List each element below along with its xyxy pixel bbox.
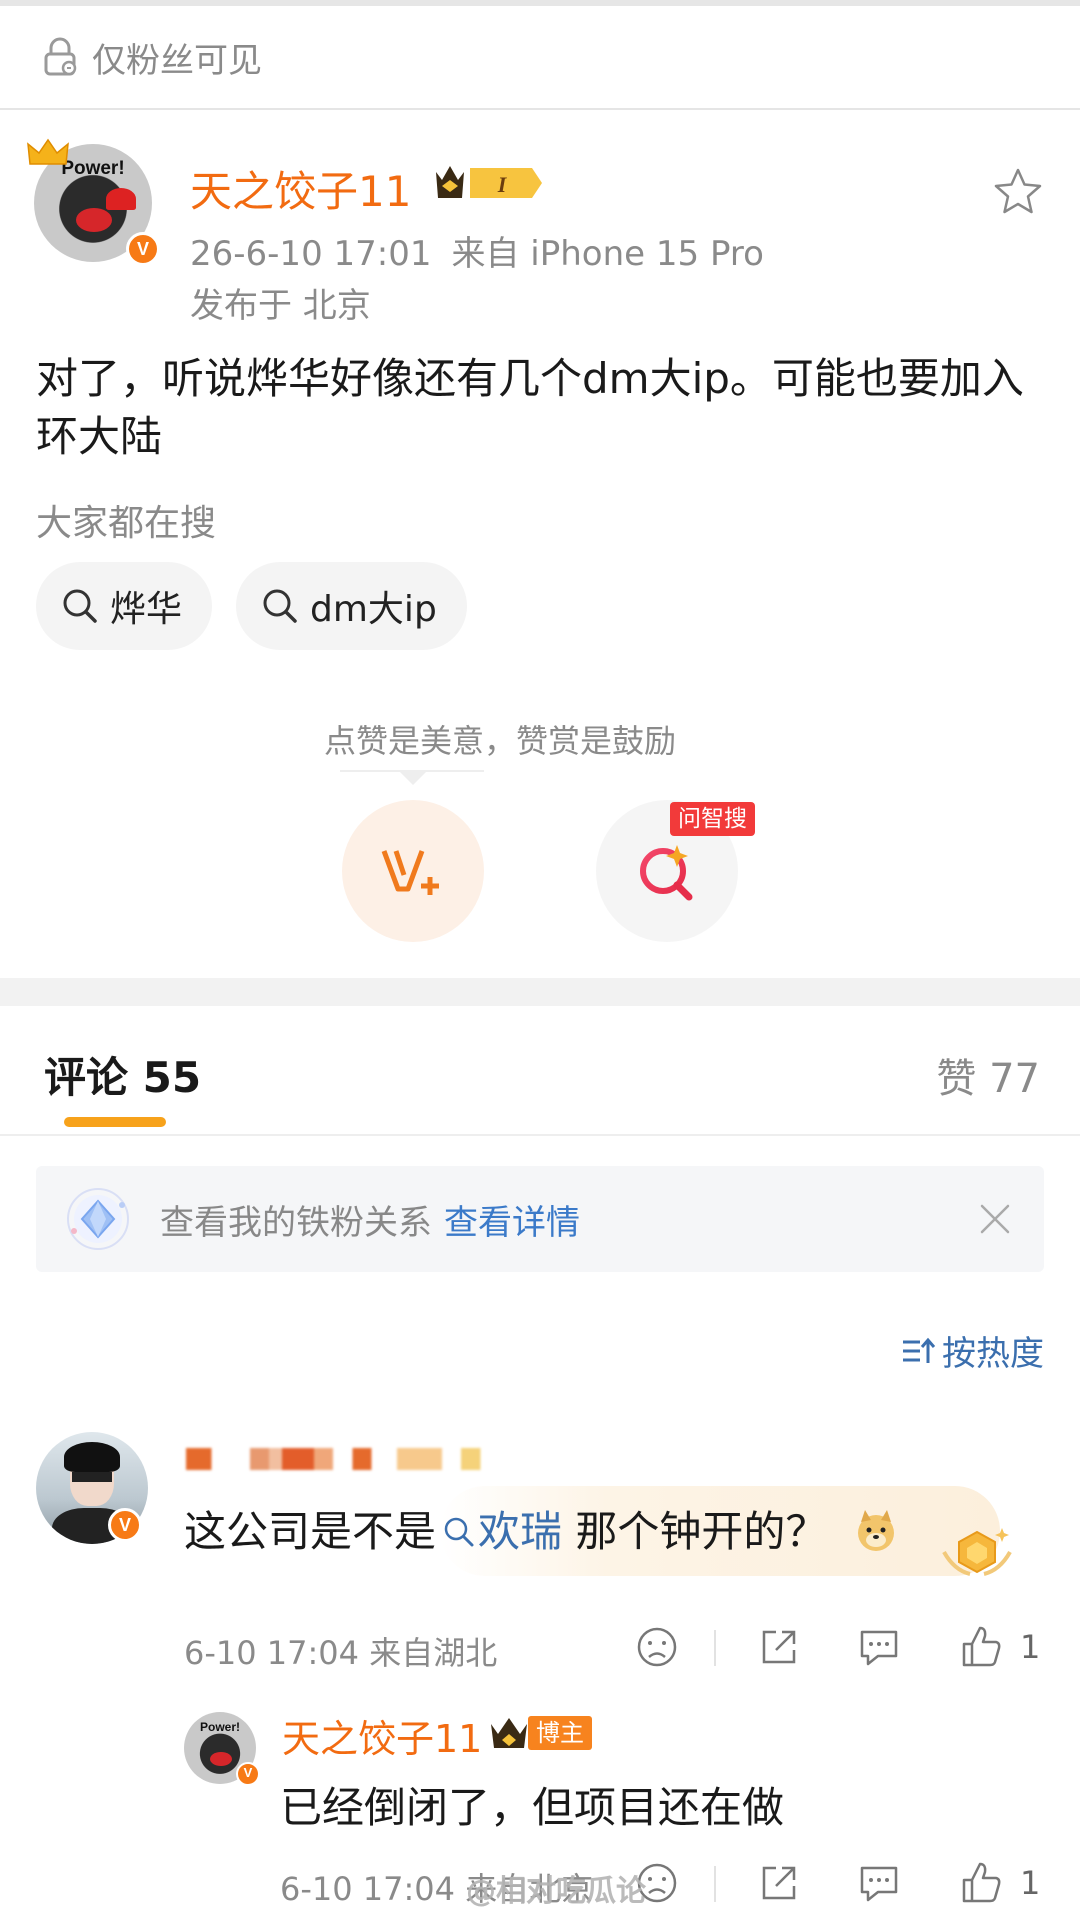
- comment-footer: 6-10 17:04 来自湖北 1: [184, 1618, 1044, 1678]
- sort-button[interactable]: 按热度: [900, 1326, 1044, 1375]
- post-time: 26-6-10 17:01: [190, 234, 432, 274]
- comment-text-part: 这公司是不是: [184, 1507, 437, 1556]
- reply-author-name[interactable]: 天之饺子11: [282, 1708, 482, 1763]
- sort-icon: [903, 1337, 936, 1363]
- fan-relation-banner: 查看我的铁粉关系 查看详情: [36, 1166, 1044, 1272]
- search-icon: [444, 1517, 474, 1547]
- thumbs-up-icon[interactable]: [958, 1624, 1004, 1670]
- comment-text: 这公司是不是 欢瑞 那个钟开的？: [184, 1498, 899, 1559]
- like-count: 1: [1020, 1628, 1041, 1666]
- reply-author-avatar[interactable]: Power! V: [184, 1712, 260, 1786]
- commenter-name-redacted[interactable]: [186, 1448, 506, 1470]
- blogger-tag: 博主: [528, 1716, 592, 1750]
- post-text: 对了，听说烨华好像还有几个dm大ip。可能也要加入环大陆: [36, 354, 1024, 461]
- reward-v-plus-icon: [381, 850, 439, 895]
- comment-bubble-icon[interactable]: [856, 1624, 902, 1670]
- star-icon[interactable]: [992, 166, 1044, 218]
- search-chip-label: 烨华: [110, 589, 183, 630]
- author-name[interactable]: 天之饺子11: [190, 158, 411, 219]
- share-icon[interactable]: [756, 1624, 802, 1670]
- sort-label: 按热度: [942, 1334, 1044, 1374]
- search-chip-label: dm大ip: [310, 589, 437, 630]
- ai-search-icon: [640, 845, 693, 901]
- svg-text:I: I: [497, 172, 508, 197]
- author-avatar[interactable]: Power! V: [27, 138, 160, 270]
- tab-active-indicator: [64, 1117, 166, 1127]
- reply-text: 已经倒闭了，但项目还在做: [280, 1783, 785, 1832]
- search-hint-label: 大家都在搜: [36, 503, 217, 544]
- like-count: 1: [1020, 1864, 1041, 1902]
- verified-badge-icon: V: [236, 1762, 260, 1786]
- diamond-icon: [67, 1188, 129, 1250]
- dislike-face-icon[interactable]: [634, 1624, 680, 1670]
- user-level-badge-icon[interactable]: I: [432, 160, 544, 206]
- post-source: 来自 iPhone 15 Pro: [451, 234, 764, 274]
- close-icon[interactable]: [978, 1202, 1012, 1236]
- thumbs-up-icon[interactable]: [958, 1860, 1004, 1906]
- search-icon: [63, 589, 97, 623]
- tab-divider: [0, 1134, 1080, 1136]
- footer-separator: [714, 1630, 716, 1666]
- comment-text-part: 那个钟开的？: [575, 1507, 828, 1556]
- post-location: 发布于 北京: [190, 286, 371, 326]
- lock-icon: [44, 37, 77, 76]
- search-chip[interactable]: 烨华: [36, 562, 213, 650]
- fan-banner-link[interactable]: 查看详情: [444, 1195, 580, 1244]
- reply-footer: 6-10 17:04 来自北京 1: [280, 1854, 1044, 1914]
- reward-button[interactable]: [342, 800, 484, 942]
- post-header: Power! V 天之饺子11 I 26-6-10 17:01 来自 iPhone…: [0, 128, 1080, 328]
- crown-icon: [491, 1718, 527, 1748]
- post-meta: 26-6-10 17:01 来自 iPhone 15 Pro: [190, 226, 764, 275]
- comment-bubble-icon[interactable]: [856, 1860, 902, 1906]
- reward-tip: 点赞是美意，赞赏是鼓励: [323, 722, 676, 760]
- avatar-text: Power!: [199, 1720, 240, 1734]
- medal-icon: [942, 1528, 1012, 1576]
- search-chips: 烨华 dm大ip: [36, 562, 467, 650]
- verified-badge-icon: V: [108, 1508, 142, 1542]
- share-icon[interactable]: [756, 1860, 802, 1906]
- search-chip[interactable]: dm大ip: [236, 562, 467, 650]
- fan-banner-text: 查看我的铁粉关系: [160, 1202, 432, 1243]
- reward-tip-arrow: [399, 771, 427, 785]
- section-gap: [0, 978, 1080, 1006]
- verified-badge-icon: V: [126, 232, 160, 266]
- comment-keyword: 欢瑞: [478, 1507, 563, 1556]
- crown-icon: [27, 138, 69, 165]
- comment-keyword-link[interactable]: 欢瑞: [436, 1507, 562, 1556]
- tab-likes[interactable]: 赞 77: [936, 1046, 1040, 1104]
- tab-comments[interactable]: 评论 55: [44, 1044, 201, 1105]
- visibility-label: 仅粉丝可见: [92, 40, 262, 81]
- doge-emoji-icon: [857, 1510, 894, 1551]
- visibility-bar: 仅粉丝可见: [0, 0, 1080, 110]
- comment-time-location: 6-10 17:04 来自湖北: [184, 1634, 498, 1672]
- footer-separator: [714, 1866, 716, 1902]
- watermark: @相对吃瓜论: [466, 1874, 646, 1909]
- search-icon: [263, 589, 297, 623]
- ai-search-tag: 问智搜: [670, 802, 755, 836]
